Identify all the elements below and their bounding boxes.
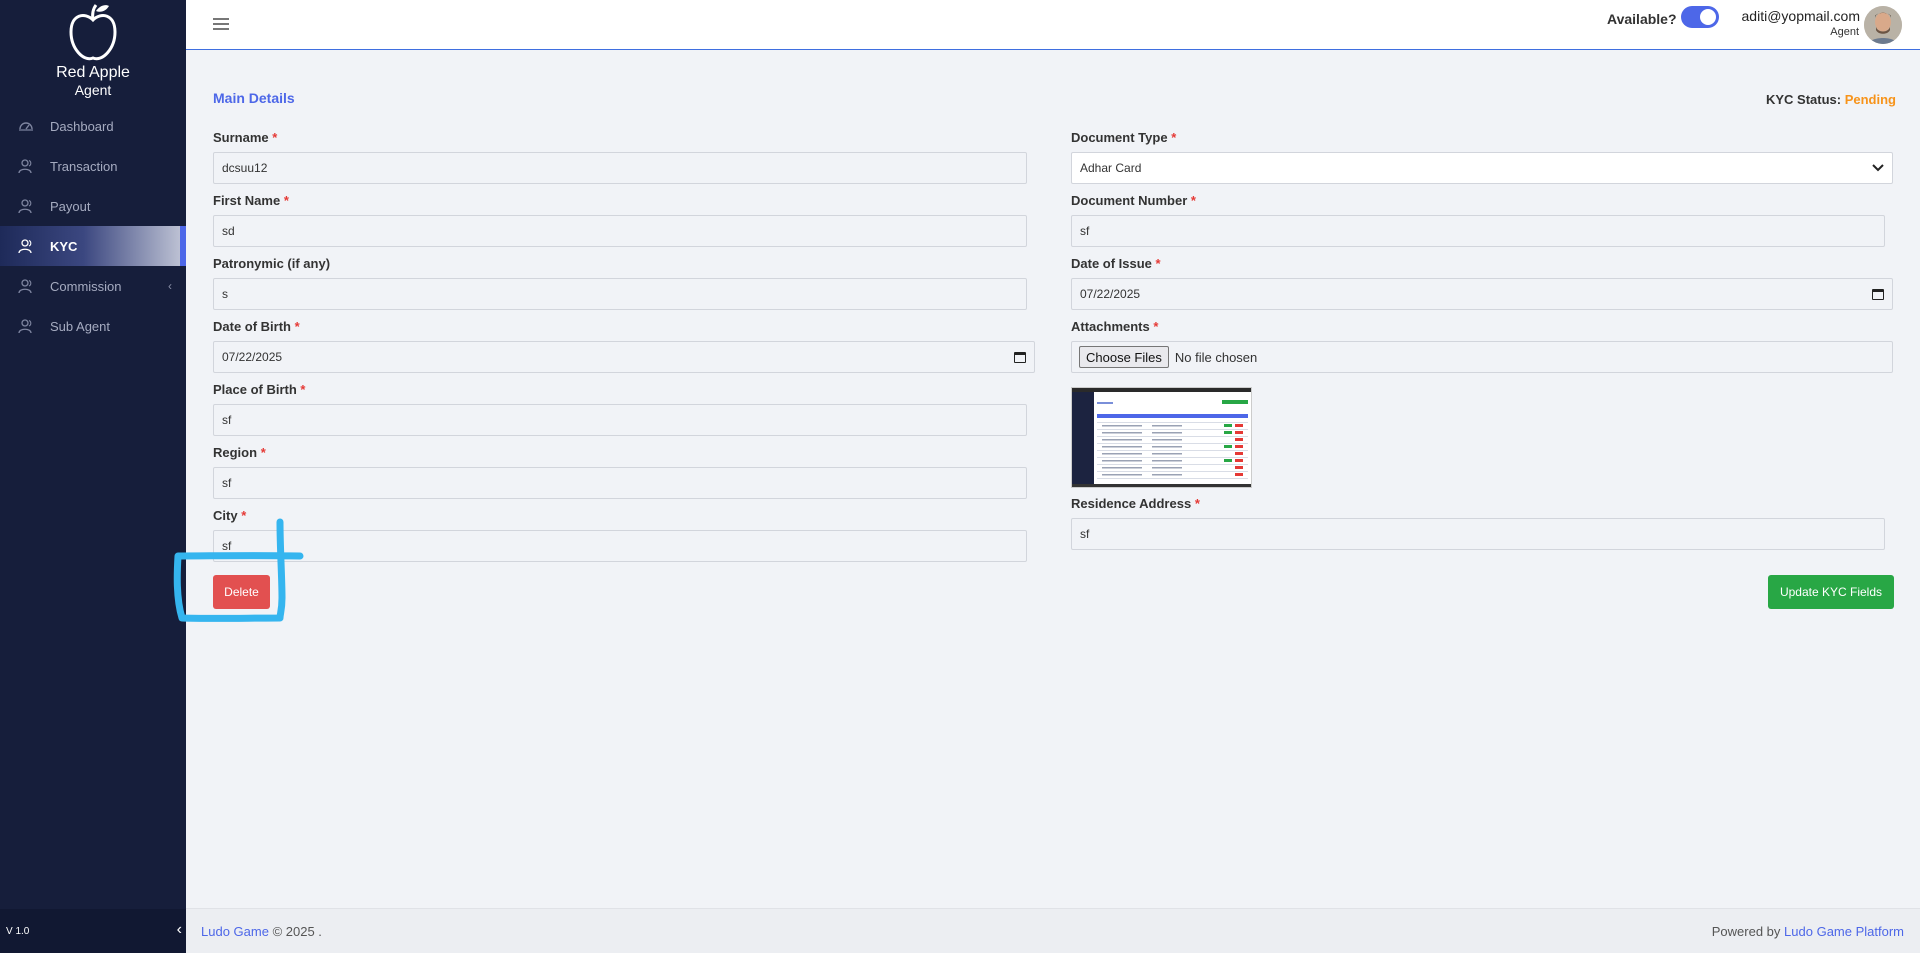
copyright-text: © 2025 . (272, 924, 322, 939)
status-badge: Pending (1844, 92, 1896, 107)
users-icon (18, 238, 34, 254)
user-role: Agent (1830, 26, 1859, 38)
sidebar-item-label: KYC (50, 238, 78, 254)
users-icon (18, 278, 34, 294)
field-label: Document Type * (1071, 130, 1177, 145)
patronymic-group: Patronymic (if any) s (213, 256, 1027, 310)
apple-icon (69, 4, 117, 61)
city-input[interactable]: sf (213, 530, 1027, 562)
dob-input[interactable]: 07/22/2025 (213, 341, 1035, 373)
version-label: V 1.0 (6, 925, 30, 937)
region-input[interactable]: sf (213, 467, 1027, 499)
kyc-status: KYC Status: Pending (1766, 92, 1896, 107)
sidebar-item-label: Transaction (50, 158, 118, 174)
date-value: 07/22/2025 (1080, 287, 1141, 301)
sidebar-item-label: Sub Agent (50, 318, 110, 334)
sidebar-item-payout[interactable]: Payout (0, 186, 186, 226)
brand-role: Agent (74, 82, 112, 98)
field-label: Date of Issue * (1071, 256, 1161, 271)
user-email[interactable]: aditi@yopmail.com (1742, 8, 1860, 24)
region-group: Region * sf (213, 445, 1027, 499)
collapse-sidebar-icon[interactable]: ‹ (177, 921, 182, 939)
field-label: Document Number * (1071, 193, 1196, 208)
brand-logo[interactable]: Red Apple Agent (0, 0, 186, 106)
field-label: First Name * (213, 193, 289, 208)
surname-input[interactable]: dcsuu12 (213, 152, 1027, 184)
sidebar-footer: V 1.0 ‹ (0, 909, 186, 953)
dob-group: Date of Birth * 07/22/2025 (213, 319, 1035, 373)
update-kyc-button[interactable]: Update KYC Fields (1768, 575, 1894, 609)
place-of-birth-group: Place of Birth * sf (213, 382, 1027, 436)
selected-option: Adhar Card (1080, 161, 1142, 175)
sidebar: Red Apple Agent Dashboard Transaction Pa… (0, 0, 186, 953)
first-name-input[interactable]: sd (213, 215, 1027, 247)
users-icon (18, 158, 34, 174)
footer-powered-by: Powered by Ludo Game Platform (1712, 924, 1904, 939)
dashboard-icon (18, 118, 34, 134)
chevron-down-icon (1872, 164, 1884, 172)
place-of-birth-input[interactable]: sf (213, 404, 1027, 436)
footer: Ludo Game © 2025 . Powered by Ludo Game … (186, 908, 1920, 953)
attachments-group: Attachments * Choose Files No file chose… (1071, 319, 1893, 373)
document-number-input[interactable]: sf (1071, 215, 1885, 247)
surname-group: Surname * dcsuu12 (213, 130, 1027, 184)
sidebar-item-dashboard[interactable]: Dashboard (0, 106, 186, 146)
document-type-select[interactable]: Adhar Card (1071, 152, 1893, 184)
hamburger-menu-icon[interactable] (213, 18, 229, 30)
sidebar-nav: Dashboard Transaction Payout KYC Commiss… (0, 106, 186, 346)
residence-address-group: Residence Address * sf (1071, 496, 1885, 550)
page-title: Main Details (213, 90, 295, 106)
avatar[interactable] (1864, 6, 1902, 44)
file-status: No file chosen (1174, 349, 1258, 365)
field-label: Place of Birth * (213, 382, 306, 397)
attachments-input: Choose Files No file chosen (1071, 341, 1893, 373)
users-icon (18, 318, 34, 334)
first-name-group: First Name * sd (213, 193, 1027, 247)
field-label: Region * (213, 445, 266, 460)
available-label: Available? (1607, 11, 1677, 27)
footer-brand-link[interactable]: Ludo Game (201, 924, 269, 939)
availability-toggle[interactable] (1681, 6, 1719, 28)
attachment-thumbnail[interactable] (1071, 387, 1252, 488)
users-icon (18, 198, 34, 214)
sidebar-item-transaction[interactable]: Transaction (0, 146, 186, 186)
main-content: Main Details KYC Status: Pending Surname… (186, 51, 1920, 908)
sidebar-item-commission[interactable]: Commission ‹ (0, 266, 186, 306)
sidebar-item-sub-agent[interactable]: Sub Agent (0, 306, 186, 346)
document-number-group: Document Number * sf (1071, 193, 1885, 247)
calendar-icon[interactable] (1872, 288, 1884, 300)
field-label: City * (213, 508, 247, 523)
choose-files-button[interactable]: Choose Files (1079, 346, 1169, 368)
field-label: Patronymic (if any) (213, 256, 331, 271)
document-type-group: Document Type * Adhar Card (1071, 130, 1893, 184)
footer-platform-link[interactable]: Ludo Game Platform (1784, 924, 1904, 939)
delete-button[interactable]: Delete (213, 575, 270, 609)
powered-by-text: Powered by (1711, 924, 1781, 939)
sidebar-item-label: Commission (50, 278, 122, 294)
residence-address-input[interactable]: sf (1071, 518, 1885, 550)
patronymic-input[interactable]: s (213, 278, 1027, 310)
sidebar-item-label: Dashboard (50, 118, 114, 134)
brand-name: Red Apple (56, 64, 130, 81)
sidebar-item-label: Payout (50, 198, 91, 214)
date-of-issue-input[interactable]: 07/22/2025 (1071, 278, 1893, 310)
calendar-icon[interactable] (1014, 351, 1026, 363)
kyc-status-label: KYC Status: (1765, 92, 1842, 107)
date-value: 07/22/2025 (222, 350, 283, 364)
attachment-preview-image (1072, 388, 1251, 487)
city-group: City * sf (213, 508, 1027, 562)
topbar: Available? aditi@yopmail.com Agent (186, 0, 1920, 50)
field-label: Residence Address * (1071, 496, 1200, 511)
sidebar-item-kyc[interactable]: KYC (0, 226, 186, 266)
field-label: Date of Birth * (213, 319, 300, 334)
field-label: Attachments * (1071, 319, 1159, 334)
date-of-issue-group: Date of Issue * 07/22/2025 (1071, 256, 1893, 310)
field-label: Surname * (213, 130, 278, 145)
chevron-left-icon[interactable]: ‹ (168, 279, 172, 293)
footer-copyright: Ludo Game © 2025 . (201, 924, 322, 939)
